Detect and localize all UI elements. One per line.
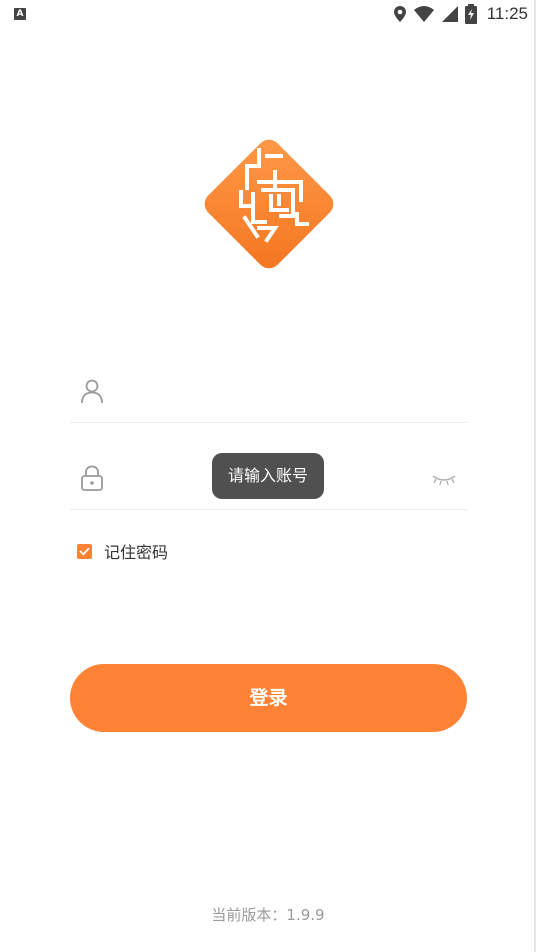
battery-icon [464,4,477,24]
version-label: 当前版本： [211,906,287,924]
user-icon [81,379,103,404]
version-info: 当前版本：1.9.9 [0,904,536,925]
app-logo-icon [197,132,341,276]
signal-icon [441,6,458,22]
status-icons: 11:25 [393,4,528,24]
remember-password[interactable]: 记住密码 [77,540,168,562]
status-time: 11:25 [486,4,528,23]
version-value: 1.9.9 [286,906,325,924]
eye-closed-icon[interactable] [431,471,457,487]
login-button[interactable]: 登录 [70,664,467,732]
check-icon [79,547,90,555]
remember-label: 记住密码 [104,543,169,562]
location-icon [393,6,406,22]
account-input[interactable] [120,372,424,414]
lock-icon [81,465,103,491]
wifi-icon [413,6,434,22]
notification-a-icon: A [14,8,26,20]
status-bar: A 11:25 [0,0,536,28]
account-row [70,362,467,423]
remember-checkbox[interactable] [77,543,92,559]
toast-message: 请输入账号 [212,453,324,499]
